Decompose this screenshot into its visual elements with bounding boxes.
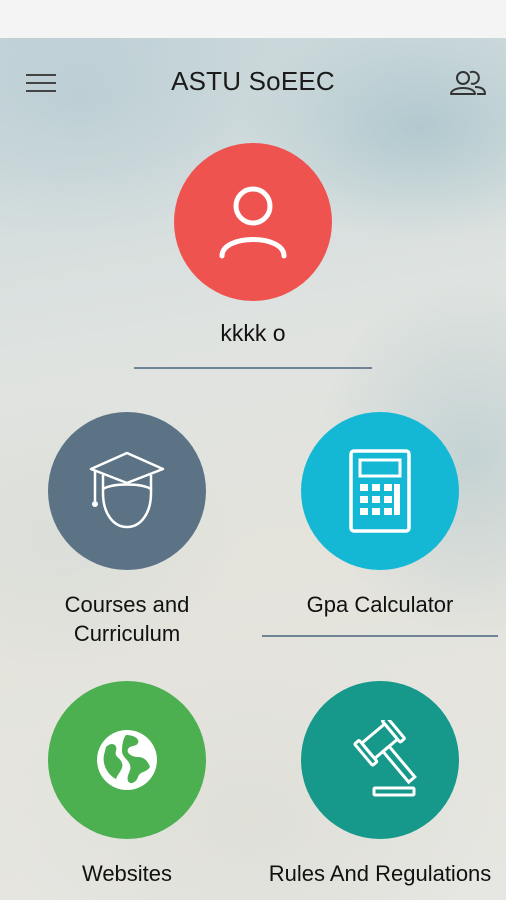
websites-button[interactable] bbox=[48, 681, 206, 839]
home-screen: ASTU SoEEC kkkk o Courses and Curriculum… bbox=[0, 38, 506, 900]
calculator-icon bbox=[349, 449, 411, 533]
globe-icon bbox=[97, 730, 157, 790]
gpa-calculator-label[interactable]: Gpa Calculator bbox=[262, 590, 498, 619]
courses-label-line2: Curriculum bbox=[73, 621, 181, 646]
courses-curriculum-button[interactable] bbox=[48, 412, 206, 570]
websites-label[interactable]: Websites bbox=[20, 859, 234, 888]
user-icon bbox=[219, 186, 287, 259]
courses-curriculum-label[interactable]: Courses and Curriculum bbox=[20, 590, 234, 648]
gpa-calculator-button[interactable] bbox=[301, 412, 459, 570]
courses-label-line1: Courses and bbox=[64, 592, 190, 617]
users-button[interactable] bbox=[448, 68, 488, 98]
users-icon bbox=[450, 70, 486, 95]
app-title: ASTU SoEEC bbox=[171, 66, 335, 96]
profile-avatar[interactable] bbox=[174, 143, 332, 301]
gavel-icon bbox=[353, 720, 417, 797]
gpa-divider bbox=[262, 635, 498, 637]
app-bar: ASTU SoEEC bbox=[0, 38, 506, 128]
profile-name: kkkk o bbox=[220, 320, 286, 346]
status-bar bbox=[0, 0, 506, 38]
graduation-cap-icon bbox=[89, 451, 165, 529]
rules-regulations-label[interactable]: Rules And Regulations bbox=[254, 859, 506, 888]
profile-divider bbox=[134, 367, 372, 369]
rules-regulations-button[interactable] bbox=[301, 681, 459, 839]
